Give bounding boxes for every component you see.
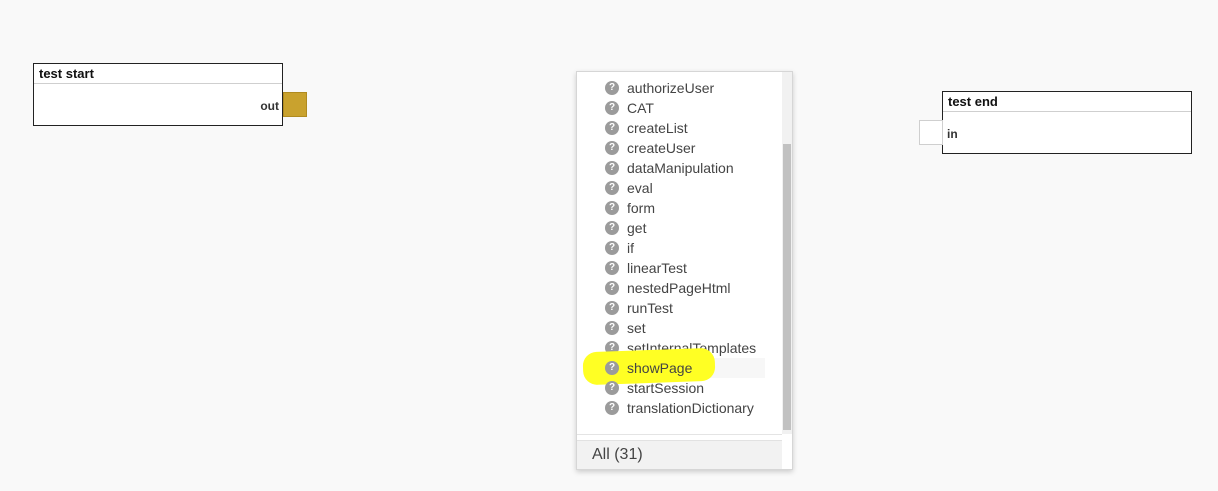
help-circle-icon: ? bbox=[605, 201, 619, 215]
list-item[interactable]: ? form bbox=[577, 198, 782, 218]
test-start-node[interactable]: test start out bbox=[33, 63, 283, 126]
list-item-label: CAT bbox=[627, 100, 654, 116]
list-item-label: linearTest bbox=[627, 260, 687, 276]
list-item[interactable]: ? authorizeUser bbox=[577, 78, 782, 98]
node-title-test-end: test end bbox=[943, 92, 1191, 112]
list-item[interactable]: ? get bbox=[577, 218, 782, 238]
out-port-label: out bbox=[260, 99, 279, 113]
help-circle-icon: ? bbox=[605, 381, 619, 395]
list-item-label: authorizeUser bbox=[627, 80, 715, 96]
help-circle-icon: ? bbox=[605, 101, 619, 115]
in-port-label: in bbox=[947, 127, 958, 141]
help-circle-icon: ? bbox=[605, 241, 619, 255]
list-item[interactable]: ? createUser bbox=[577, 138, 782, 158]
list-item-label: dataManipulation bbox=[627, 160, 734, 176]
help-circle-icon: ? bbox=[605, 141, 619, 155]
help-circle-icon: ? bbox=[605, 321, 619, 335]
in-port-handle[interactable] bbox=[919, 120, 943, 145]
help-circle-icon: ? bbox=[605, 281, 619, 295]
category-all-button[interactable]: All (31) bbox=[577, 440, 782, 469]
list-item[interactable]: ? dataManipulation bbox=[577, 158, 782, 178]
node-title-test-start: test start bbox=[34, 64, 282, 84]
list-item-label: translationDictionary bbox=[627, 400, 754, 416]
node-type-dropdown: ? authorizeUser? CAT? createList? createUser… bbox=[576, 71, 793, 470]
list-divider bbox=[577, 434, 782, 435]
list-item-label: startSession bbox=[627, 380, 705, 396]
out-port-handle[interactable] bbox=[283, 92, 307, 117]
help-circle-icon: ? bbox=[605, 361, 619, 375]
list-item-label: eval bbox=[627, 180, 653, 196]
list-item-label: get bbox=[627, 220, 647, 236]
list-item-label: if bbox=[627, 240, 634, 256]
list-item-label: runTest bbox=[627, 300, 673, 316]
list-item[interactable]: ? translationDictionary bbox=[577, 398, 782, 418]
list-item[interactable]: ? linearTest bbox=[577, 258, 782, 278]
help-circle-icon: ? bbox=[605, 221, 619, 235]
list-item[interactable]: ? if bbox=[577, 238, 782, 258]
help-circle-icon: ? bbox=[605, 161, 619, 175]
list-item[interactable]: ? eval bbox=[577, 178, 782, 198]
help-circle-icon: ? bbox=[605, 81, 619, 95]
help-circle-icon: ? bbox=[605, 401, 619, 415]
list-item-label: createList bbox=[627, 120, 688, 136]
list-item[interactable]: ? set bbox=[577, 318, 782, 338]
scrollbar-thumb[interactable] bbox=[783, 144, 791, 430]
list-item[interactable]: ? createList bbox=[577, 118, 782, 138]
list-item-label: nestedPageHtml bbox=[627, 280, 731, 296]
list-item[interactable]: ? runTest bbox=[577, 298, 782, 318]
list-item-label: createUser bbox=[627, 140, 696, 156]
help-circle-icon: ? bbox=[605, 121, 619, 135]
help-circle-icon: ? bbox=[605, 181, 619, 195]
list-item-label: form bbox=[627, 200, 655, 216]
node-type-list: ? authorizeUser? CAT? createList? createUser… bbox=[577, 78, 782, 418]
list-item-selected[interactable]: ? showPage bbox=[582, 347, 765, 386]
list-item-label: showPage bbox=[627, 360, 693, 376]
test-end-node[interactable]: test end in bbox=[942, 91, 1192, 154]
help-circle-icon: ? bbox=[605, 301, 619, 315]
list-item[interactable]: ? startSession bbox=[577, 378, 782, 398]
category-all-label: All (31) bbox=[592, 446, 643, 463]
list-item-label: set bbox=[627, 320, 646, 336]
help-circle-icon: ? bbox=[605, 261, 619, 275]
list-item[interactable]: ? nestedPageHtml bbox=[577, 278, 782, 298]
list-item[interactable]: ? CAT bbox=[577, 98, 782, 118]
